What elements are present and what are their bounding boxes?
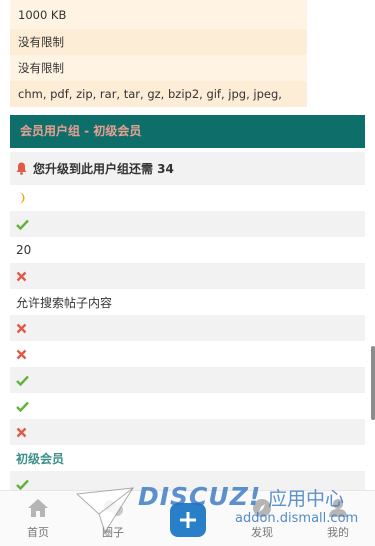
upgrade-text: 您升级到此用户组还需 34 [33, 162, 174, 176]
list-item: 20 [10, 237, 365, 263]
bottom-nav: 首页 圈子 发现 我的 [0, 490, 375, 546]
list-item [10, 263, 365, 289]
nav-item-circle[interactable]: 圈子 [83, 491, 143, 546]
list-item [10, 393, 365, 419]
search-permission-text: 允许搜索帖子内容 [16, 295, 113, 310]
group-header: 会员用户组 - 初级会员 [10, 115, 365, 148]
nav-label-mine: 我的 [327, 526, 349, 539]
check-icon [16, 401, 29, 412]
group-name-row: 初级会员 [16, 451, 65, 466]
upgrade-row: 您升级到此用户组还需 34 [10, 152, 365, 185]
cross-icon [16, 323, 27, 333]
bell-icon [16, 162, 27, 175]
list-item [10, 341, 365, 367]
post-button[interactable] [170, 503, 206, 537]
nav-item-home[interactable]: 首页 [8, 491, 68, 546]
user-icon [329, 499, 347, 517]
max-attachment-size: 1000 KB [10, 0, 307, 29]
cross-icon [16, 271, 27, 281]
nav-label-circle: 圈子 [102, 526, 124, 539]
list-item [10, 419, 365, 445]
nav-item-mine[interactable]: 我的 [308, 491, 368, 546]
value-text: 20 [16, 243, 32, 257]
check-icon [16, 219, 29, 230]
list-item [10, 185, 365, 211]
plus-icon [180, 512, 196, 528]
page: 1000 KB 没有限制 没有限制 chm, pdf, zip, rar, ta… [0, 0, 375, 546]
scrollbar[interactable] [371, 346, 375, 420]
moon-icon [19, 192, 25, 204]
check-icon [16, 375, 29, 386]
check-icon [16, 479, 29, 490]
list-item [10, 315, 365, 341]
attachment-info-block: 1000 KB 没有限制 没有限制 chm, pdf, zip, rar, ta… [10, 0, 307, 127]
compass-icon [253, 499, 271, 517]
permission-list: 您升级到此用户组还需 34 20 允许搜索帖子内容 初级会员 [10, 152, 365, 497]
circle-icon [104, 500, 123, 516]
cross-icon [16, 427, 27, 437]
nav-label-discover: 发现 [251, 526, 273, 539]
home-icon [28, 499, 48, 517]
daily-attachment-limit: 没有限制 [10, 29, 307, 55]
allowed-attachment-types: chm, pdf, zip, rar, tar, gz, bzip2, gif,… [10, 81, 307, 127]
nav-label-home: 首页 [27, 526, 49, 539]
cross-icon [16, 349, 27, 359]
list-item [10, 211, 365, 237]
list-item: 允许搜索帖子内容 [10, 289, 365, 315]
list-item [10, 367, 365, 393]
attachment-count-limit: 没有限制 [10, 55, 307, 81]
nav-item-discover[interactable]: 发现 [232, 491, 292, 546]
